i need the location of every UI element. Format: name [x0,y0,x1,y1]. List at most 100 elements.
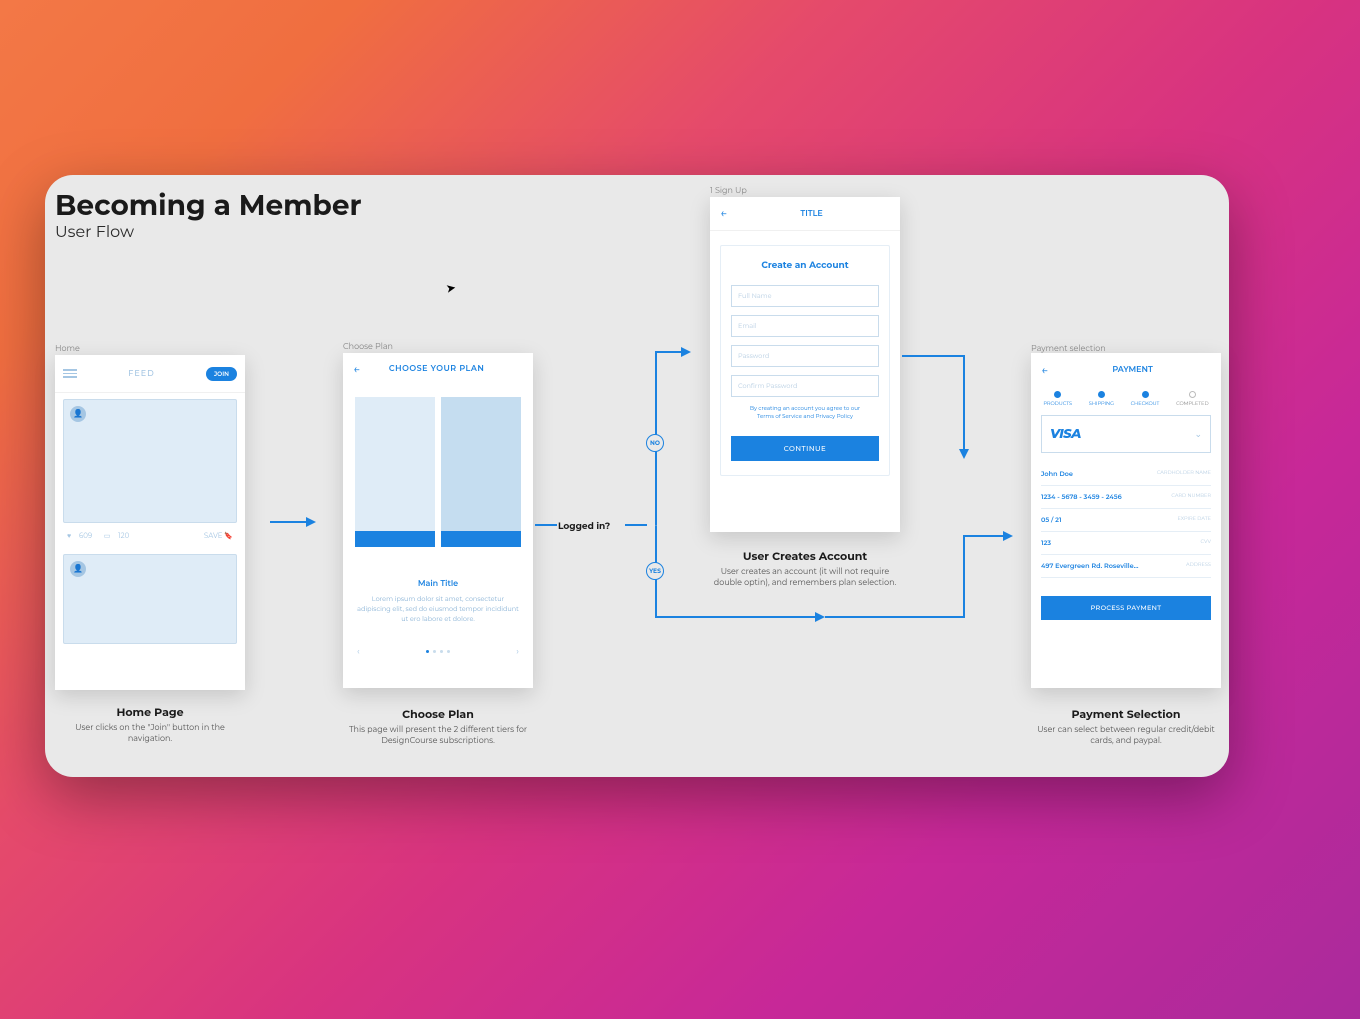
terms-mid: and [802,414,816,420]
feed-image-placeholder [70,428,230,516]
plan-header-title: CHOOSE YOUR PLAN [380,364,493,374]
caption-plan: Choose Plan This page will present the 2… [343,707,533,747]
continue-button[interactable]: CONTINUE [731,436,879,461]
home-header: FEED JOIN [55,355,245,393]
plan-option-2[interactable] [441,397,521,547]
confirm-password-field[interactable]: Confirm Password [731,375,879,397]
expiry-value[interactable]: 05 / 21 [1041,516,1061,524]
caption-payment-body: User can select between regular credit/d… [1031,725,1221,747]
bookmark-icon[interactable]: 🔖 [224,531,233,540]
page-subtitle: User Flow [55,223,134,242]
back-arrow-icon-2[interactable]: ← [720,206,727,221]
comments-count: 120 [118,531,129,540]
arrowhead-no [681,347,691,357]
address-value[interactable]: 497 Evergreen Rd. Roseville… [1041,562,1138,570]
mockup-home: FEED JOIN 👤 ♥ 609 ▭ 120 SAVE 🔖 👤 [55,355,245,690]
flow-line-yes-h2 [825,616,963,618]
dot-1[interactable] [426,650,429,653]
feed-card-2: 👤 [63,554,237,644]
flow-line-yes-h [655,616,820,618]
fullname-field[interactable]: Full Name [731,285,879,307]
caption-signup-title: User Creates Account [710,549,900,563]
flow-line-after-decision [625,524,647,526]
comment-icon[interactable]: ▭ [104,531,111,540]
caption-signup: User Creates Account User creates an acc… [710,549,900,589]
payment-fields: John Doe CARDHOLDER NAME 1234 - 5678 - 34… [1041,463,1211,578]
feed-card: 👤 [63,399,237,523]
create-account-title: Create an Account [731,260,879,271]
cardholder-label: CARDHOLDER NAME [1157,470,1211,478]
password-field[interactable]: Password [731,345,879,367]
dot-4[interactable] [447,650,450,653]
frame-label-signup: 1 Sign Up [710,186,747,196]
step-checkout: CHECKOUT [1131,401,1160,407]
mockup-signup: ← TITLE Create an Account Full Name Emai… [710,197,900,532]
payment-header: ← PAYMENT [1031,353,1221,387]
save-label[interactable]: SAVE [204,531,223,540]
flow-line-signup-down [963,355,965,455]
flow-line-to-payment [963,535,1005,537]
menu-icon[interactable] [63,367,77,380]
caption-home-body: User clicks on the "Join" button in the … [55,723,245,745]
process-payment-button[interactable]: PROCESS PAYMENT [1041,596,1211,620]
avatar-icon: 👤 [70,406,86,422]
step-completed: COMPLETED [1176,401,1209,407]
checkout-steps: PRODUCTS SHIPPING CHECKOUT COMPLETED [1031,387,1221,415]
arrowhead-merge [959,449,969,459]
cvv-value[interactable]: 123 [1041,539,1051,547]
step-products: PRODUCTS [1043,401,1072,407]
plan-option-1[interactable] [355,397,435,547]
dot-2[interactable] [433,650,436,653]
signup-header: ← TITLE [710,197,900,231]
cardholder-value[interactable]: John Doe [1041,470,1073,478]
flow-arrow-1 [270,521,308,523]
terms-link-2[interactable]: Privacy Policy [816,414,853,420]
plan-header: ← CHOOSE YOUR PLAN [343,353,533,385]
arrowhead-payment [1003,531,1013,541]
heart-icon[interactable]: ♥ [67,531,71,540]
step-dot-2 [1098,391,1105,398]
back-arrow-icon-3[interactable]: ← [1041,363,1048,378]
arrowhead-1 [306,517,316,527]
step-dot-4 [1189,391,1196,398]
step-dot-1 [1054,391,1061,398]
signup-header-title: TITLE [747,209,876,219]
flow-line-no-h [655,351,683,353]
caption-payment-title: Payment Selection [1031,707,1221,721]
plan-lorem: Lorem ipsum dolor sit amet, consectetur … [343,589,533,630]
payment-header-title: PAYMENT [1068,365,1197,375]
cardnumber-value[interactable]: 1234 - 5678 - 3459 - 2456 [1041,493,1122,501]
frame-label-plan: Choose Plan [343,342,393,352]
feed-label: FEED [128,369,154,379]
flow-line-yes-v2 [963,536,965,618]
flow-line-signup-out [902,355,965,357]
email-field[interactable]: Email [731,315,879,337]
terms-link-1[interactable]: Terms of Service [757,414,802,420]
cardnumber-label: CARD NUMBER [1171,493,1211,501]
back-arrow-icon[interactable]: ← [353,362,360,377]
canvas-board: Becoming a Member User Flow ➤ Home FEED … [45,175,1229,777]
dot-3[interactable] [440,650,443,653]
mockup-payment: ← PAYMENT PRODUCTS SHIPPING CHECKOUT COM… [1031,353,1221,688]
chevron-right-icon[interactable]: › [516,646,519,657]
frame-label-home: Home [55,344,80,354]
cursor-icon: ➤ [445,280,458,297]
caption-plan-title: Choose Plan [343,707,533,721]
caption-home-title: Home Page [55,705,245,719]
join-button[interactable]: JOIN [206,367,237,381]
likes-count: 609 [79,531,92,540]
caption-home: Home Page User clicks on the "Join" butt… [55,705,245,745]
carousel-nav: ‹ › [343,630,533,657]
badge-yes: YES [646,562,664,580]
expiry-label: EXPIRE DATE [1177,516,1211,524]
page-title: Becoming a Member [55,189,362,223]
terms-text: By creating an account you agree to our … [731,405,879,422]
card-type-selector[interactable]: VISA ⌄ [1041,415,1211,453]
flow-line-to-decision [535,524,557,526]
feed-stats: ♥ 609 ▭ 120 SAVE 🔖 [55,523,245,548]
cvv-label: CVV [1201,539,1212,547]
decision-label: Logged in? [558,521,610,532]
caption-signup-body: User creates an account (it will not req… [710,567,900,589]
visa-logo: VISA [1050,426,1081,442]
chevron-left-icon[interactable]: ‹ [357,646,360,657]
